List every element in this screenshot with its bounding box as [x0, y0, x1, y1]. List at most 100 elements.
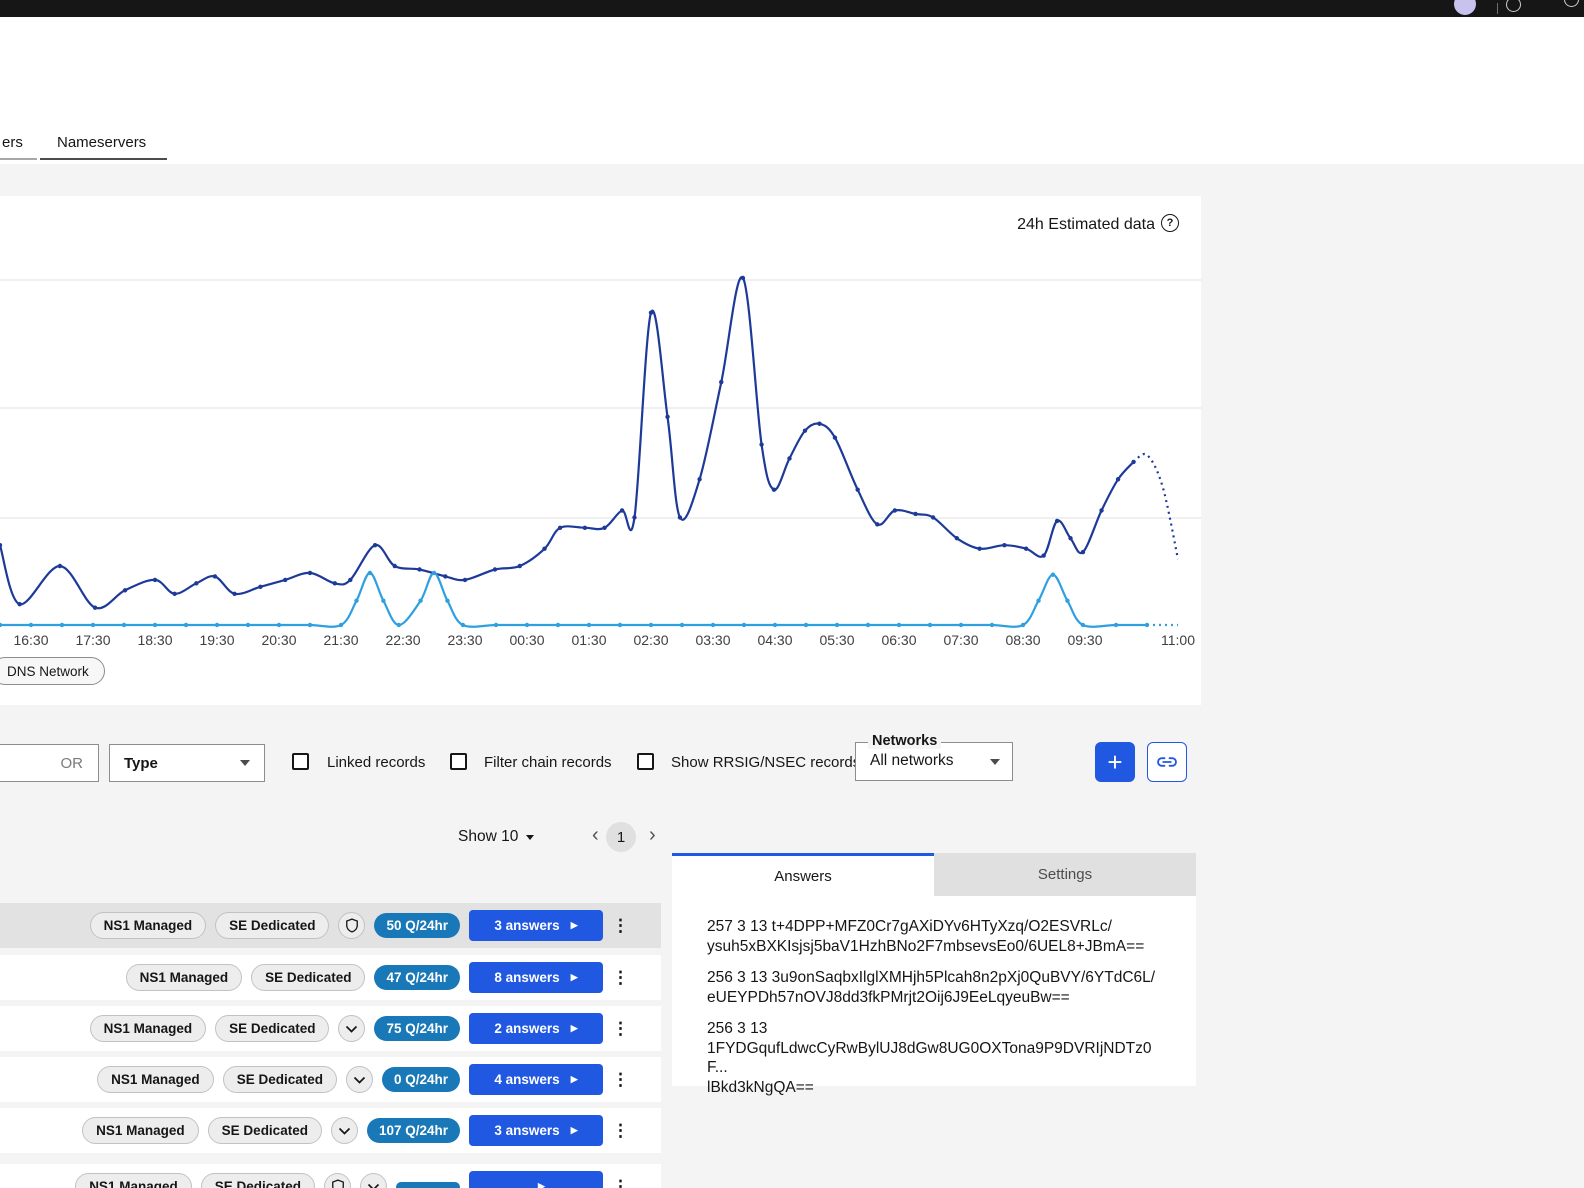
networks-dropdown-title: Networks — [868, 733, 941, 749]
tab-settings[interactable]: Settings — [934, 853, 1196, 896]
kebab-menu-icon[interactable]: ⋮ — [612, 968, 626, 988]
answers-button[interactable]: 4 answers ▶ — [469, 1064, 603, 1095]
record-badge: SE Dedicated — [201, 1173, 315, 1188]
kebab-menu-icon[interactable]: ⋮ — [612, 1019, 626, 1039]
answers-panel-body: 257 3 13 t+4DPP+MFZ0Cr7gAXiDYv6HTyXzq/O2… — [672, 896, 1196, 1086]
show-rrsig-nsec-checkbox[interactable] — [637, 753, 654, 770]
record-badge: NS1 Managed — [97, 1066, 214, 1093]
answers-button[interactable]: 8 answers ▶ — [469, 962, 603, 993]
pagination-next-icon[interactable]: › — [649, 824, 656, 847]
filter-chain-records-label: Filter chain records — [484, 754, 612, 771]
dnssec-shield-button[interactable] — [338, 912, 365, 939]
expand-chevron-button[interactable] — [346, 1066, 373, 1093]
record-row[interactable]: NS1 ManagedSE Dedicated75 Q/24hr2 answer… — [0, 1006, 661, 1051]
svg-text:07:30: 07:30 — [943, 632, 978, 648]
play-icon: ▶ — [571, 973, 578, 982]
svg-text:06:30: 06:30 — [881, 632, 916, 648]
or-filter-box[interactable]: OR — [0, 744, 99, 782]
type-dropdown[interactable]: Type — [109, 744, 265, 782]
expand-chevron-button[interactable] — [360, 1173, 387, 1188]
kebab-menu-icon[interactable]: ⋮ — [612, 1121, 626, 1141]
answers-button[interactable]: 3 answers▶ — [469, 910, 603, 941]
svg-text:20:30: 20:30 — [261, 632, 296, 648]
play-icon: ▶ — [538, 1182, 545, 1188]
or-label: OR — [61, 755, 84, 772]
kebab-menu-icon[interactable]: ⋮ — [612, 1070, 626, 1090]
queries-per-24hr-pill: 50 Q/24hr — [374, 913, 460, 938]
answers-button-label: 3 answers — [494, 918, 559, 933]
answers-button[interactable]: ▶ — [469, 1171, 603, 1188]
account-menu-icon[interactable] — [1564, 0, 1579, 7]
chevron-down-icon — [367, 1183, 380, 1188]
caret-down-icon — [526, 835, 534, 840]
svg-text:17:30: 17:30 — [75, 632, 110, 648]
record-row[interactable]: NS1 Managed SE Dedicated 0 Q/24hr 4 answers… — [0, 1057, 661, 1102]
svg-text:05:30: 05:30 — [819, 632, 854, 648]
answers-button-label: 3 answers — [494, 1123, 559, 1138]
shield-icon — [345, 918, 359, 933]
answers-button[interactable]: 3 answers ▶ — [469, 1115, 603, 1146]
queries-per-24hr-pill: 0 Q/24hr — [382, 1067, 460, 1092]
answers-button-label: 8 answers — [494, 970, 559, 985]
legend-dns-network[interactable]: DNS Network — [0, 657, 105, 685]
dnskey-answer-record: 257 3 13 t+4DPP+MFZ0Cr7gAXiDYv6HTyXzq/O2… — [707, 917, 1166, 956]
tab-records-partial[interactable]: ers — [2, 134, 23, 151]
record-row[interactable]: NS1 ManagedSE Dedicated47 Q/24hr8 answer… — [0, 955, 661, 1000]
tab-answers[interactable]: Answers — [672, 853, 934, 896]
filter-chain-records-checkbox[interactable] — [450, 753, 467, 770]
record-badge: NS1 Managed — [126, 964, 243, 991]
question-circle-icon[interactable]: ? — [1161, 214, 1179, 232]
show-page-size-dropdown[interactable]: Show 10 — [458, 828, 534, 846]
dnskey-answer-record: 256 3 13 3u9onSaqbxIlglXMHjh5Plcah8n2pXj… — [707, 968, 1166, 1007]
queries-per-24hr-pill: 75 Q/24hr — [374, 1016, 460, 1041]
svg-text:04:30: 04:30 — [757, 632, 792, 648]
kebab-menu-icon[interactable]: ⋮ — [612, 1177, 626, 1188]
queries-line-chart: 16:3017:3018:3019:3020:3021:3022:3023:30… — [0, 196, 1201, 705]
play-icon: ▶ — [571, 1075, 578, 1084]
add-record-button[interactable]: + — [1095, 742, 1135, 782]
queries-per-24hr-pill: 107 Q/24hr — [367, 1118, 460, 1143]
svg-text:09:30: 09:30 — [1067, 632, 1102, 648]
pagination-page-1[interactable]: 1 — [606, 822, 636, 852]
kebab-menu-icon[interactable]: ⋮ — [612, 916, 626, 936]
tab-nameservers[interactable]: Nameservers — [57, 134, 146, 151]
show-page-size-label: Show 10 — [458, 828, 518, 846]
answers-button-label: 2 answers — [494, 1021, 559, 1036]
chevron-down-icon — [353, 1076, 366, 1084]
record-badge: SE Dedicated — [215, 1015, 329, 1042]
pagination-prev-icon[interactable]: ‹ — [592, 824, 599, 847]
svg-text:00:30: 00:30 — [509, 632, 544, 648]
networks-dropdown-value: All networks — [870, 752, 954, 770]
topbar-divider — [1497, 3, 1498, 14]
svg-text:03:30: 03:30 — [695, 632, 730, 648]
answers-settings-tabs: Answers Settings — [672, 853, 1196, 896]
record-badge: SE Dedicated — [208, 1117, 322, 1144]
svg-text:18:30: 18:30 — [137, 632, 172, 648]
record-badge: SE Dedicated — [251, 964, 365, 991]
queries-chart-panel: 24h Estimated data ? 16:3017:3018:3019:3… — [0, 196, 1201, 705]
record-row[interactable]: NS1 Managed SE Dedicated 107 Q/24hr 3 answe… — [0, 1108, 661, 1153]
record-badge: NS1 Managed — [82, 1117, 199, 1144]
help-menu-icon[interactable] — [1506, 0, 1521, 12]
link-record-button[interactable] — [1147, 742, 1187, 782]
linked-records-checkbox[interactable] — [292, 753, 309, 770]
tab-nameservers-underline — [40, 158, 167, 160]
svg-text:11:00: 11:00 — [1161, 632, 1195, 648]
dnssec-shield-button[interactable] — [324, 1173, 351, 1188]
record-row[interactable]: NS1 ManagedSE Dedicated50 Q/24hr3 answer… — [0, 903, 661, 948]
chevron-down-icon — [240, 760, 250, 766]
networks-dropdown[interactable]: Networks All networks — [855, 742, 1013, 781]
record-badge: NS1 Managed — [90, 912, 207, 939]
user-avatar[interactable] — [1454, 0, 1476, 15]
expand-chevron-button[interactable] — [331, 1117, 358, 1144]
svg-text:21:30: 21:30 — [323, 632, 358, 648]
chevron-down-icon — [338, 1127, 351, 1135]
play-icon: ▶ — [571, 1126, 578, 1135]
page-header-band — [0, 17, 1584, 164]
record-badge: SE Dedicated — [223, 1066, 337, 1093]
record-row[interactable]: NS1 ManagedSE Dedicated▶⋮ — [0, 1164, 661, 1188]
answers-button[interactable]: 2 answers▶ — [469, 1013, 603, 1044]
expand-chevron-button[interactable] — [338, 1015, 365, 1042]
answers-button-label: 4 answers — [494, 1072, 559, 1087]
type-dropdown-label: Type — [124, 755, 158, 772]
